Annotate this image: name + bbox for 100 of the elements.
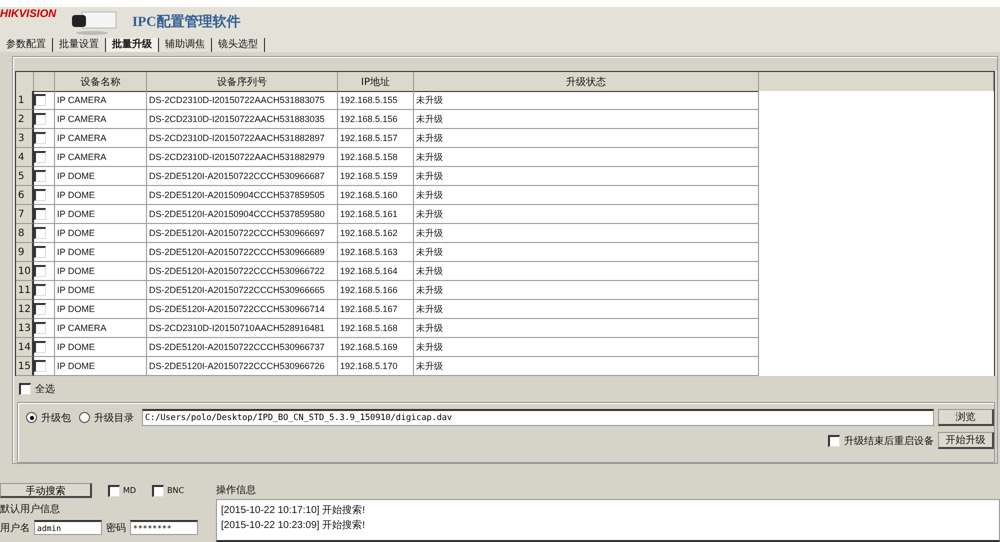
group-title: 默认用户信息: [0, 502, 61, 516]
start-upgrade-button[interactable]: 开始升级: [938, 432, 994, 449]
table-cell: 未升级: [414, 91, 759, 110]
row-number: 12: [16, 300, 34, 319]
password-field[interactable]: ********: [130, 520, 198, 535]
row-number: 14: [16, 338, 34, 357]
column-header[interactable]: 升级状态: [414, 72, 759, 92]
row-number: 4: [16, 148, 34, 167]
table-cell: 未升级: [414, 300, 759, 319]
row-checkbox[interactable]: [34, 170, 46, 182]
filter-checkbox[interactable]: [152, 484, 164, 496]
table-cell: 192.168.5.162: [338, 224, 414, 243]
row-number: 8: [16, 224, 34, 243]
logo: HIKVISION: [0, 8, 56, 20]
row-checkbox[interactable]: [34, 189, 46, 201]
row-checkbox[interactable]: [34, 360, 46, 372]
table-cell: 未升级: [414, 110, 759, 129]
radio-button[interactable]: [26, 412, 37, 423]
table-cell: 192.168.5.157: [338, 129, 414, 148]
table-cell: DS-2CD2310D-I20150722AACH531883035: [147, 110, 338, 129]
table-cell: 192.168.5.156: [338, 110, 414, 129]
table-cell: 未升级: [414, 281, 759, 300]
table-cell: IP CAMERA: [55, 319, 147, 338]
table-cell: 192.168.5.155: [338, 91, 414, 110]
table-cell: 192.168.5.167: [338, 300, 414, 319]
table-cell: IP DOME: [55, 167, 147, 186]
table-cell: IP DOME: [55, 186, 147, 205]
table-cell: 未升级: [414, 205, 759, 224]
row-number: 11: [16, 281, 34, 300]
table-cell: IP CAMERA: [55, 148, 147, 167]
reboot-checkbox[interactable]: [828, 434, 840, 446]
table-cell: 192.168.5.163: [338, 243, 414, 262]
path-field[interactable]: C:/Users/polo/Desktop/IPD_BO_CN_STD_5.3.9_150910/digicap.dav: [142, 409, 934, 426]
radio-label: 升级包: [41, 412, 71, 424]
reboot-label: 升级结束后重启设备: [844, 434, 934, 448]
log-line: [2015-10-22 10:17:10] 开始搜索!: [221, 504, 366, 517]
table-cell: DS-2DE5120I-A20150904CCCH537859580: [147, 205, 338, 224]
column-header[interactable]: 设备序列号: [147, 72, 338, 92]
row-number: 13: [16, 319, 34, 338]
username-field[interactable]: admin: [34, 520, 102, 535]
table-cell: 未升级: [414, 243, 759, 262]
table-cell: DS-2DE5120I-A20150722CCCH530966737: [147, 338, 338, 357]
row-checkbox[interactable]: [34, 341, 46, 353]
row-checkbox[interactable]: [34, 303, 46, 315]
app-title: IPC配置管理软件: [132, 13, 240, 32]
tab[interactable]: 参数配置: [0, 38, 53, 52]
table-cell: DS-2DE5120I-A20150722CCCH530966697: [147, 224, 338, 243]
select-all-checkbox[interactable]: [19, 383, 31, 395]
row-checkbox[interactable]: [34, 322, 46, 334]
table-cell: IP DOME: [55, 224, 147, 243]
row-checkbox[interactable]: [34, 265, 46, 277]
table-cell: 未升级: [414, 167, 759, 186]
row-number: 1: [16, 91, 34, 110]
browse-button[interactable]: 浏览: [938, 409, 994, 426]
row-checkbox[interactable]: [34, 284, 46, 296]
table-cell: IP DOME: [55, 205, 147, 224]
table-cell: 未升级: [414, 129, 759, 148]
table-cell: DS-2DE5120I-A20150722CCCH530966714: [147, 300, 338, 319]
row-checkbox[interactable]: [34, 246, 46, 258]
table-cell: IP DOME: [55, 338, 147, 357]
table-cell: 192.168.5.168: [338, 319, 414, 338]
table-cell: 192.168.5.160: [338, 186, 414, 205]
tab[interactable]: 批量升级: [106, 38, 159, 52]
table-cell: IP DOME: [55, 281, 147, 300]
tab[interactable]: 镜头选型: [212, 38, 265, 52]
row-number: 9: [16, 243, 34, 262]
table-cell: IP CAMERA: [55, 91, 147, 110]
table-cell: DS-2CD2310D-I20150722AACH531883075: [147, 91, 338, 110]
row-checkbox[interactable]: [34, 227, 46, 239]
row-checkbox[interactable]: [34, 132, 46, 144]
table-cell: IP DOME: [55, 300, 147, 319]
table-cell: DS-2DE5120I-A20150904CCCH537859505: [147, 186, 338, 205]
table-cell: 192.168.5.164: [338, 262, 414, 281]
filter-label: BNC: [167, 486, 184, 495]
row-checkbox[interactable]: [34, 151, 46, 163]
row-number: 3: [16, 129, 34, 148]
row-number: 10: [16, 262, 34, 281]
radio-button[interactable]: [79, 412, 90, 423]
select-all-label: 全选: [35, 382, 55, 396]
table-cell: IP DOME: [55, 262, 147, 281]
column-header[interactable]: 设备名称: [55, 72, 147, 92]
tab[interactable]: 辅助调焦: [159, 38, 212, 52]
table-cell: DS-2DE5120I-A20150722CCCH530966726: [147, 357, 338, 376]
row-number: 6: [16, 186, 34, 205]
table-cell: DS-2DE5120I-A20150722CCCH530966689: [147, 243, 338, 262]
filter-label: MD: [123, 486, 136, 495]
table-cell: 未升级: [414, 357, 759, 376]
table-cell: DS-2DE5120I-A20150722CCCH530966687: [147, 167, 338, 186]
row-number: 2: [16, 110, 34, 129]
table-cell: 192.168.5.166: [338, 281, 414, 300]
row-checkbox[interactable]: [34, 208, 46, 220]
corner-header: [16, 72, 34, 92]
table-cell: 192.168.5.170: [338, 357, 414, 376]
row-checkbox[interactable]: [34, 94, 46, 106]
column-header[interactable]: IP地址: [338, 72, 414, 92]
filter-checkbox[interactable]: [108, 484, 120, 496]
row-checkbox[interactable]: [34, 113, 46, 125]
table-cell: IP CAMERA: [55, 129, 147, 148]
manual-search-button[interactable]: 手动搜索: [0, 483, 92, 498]
table-cell: 未升级: [414, 186, 759, 205]
